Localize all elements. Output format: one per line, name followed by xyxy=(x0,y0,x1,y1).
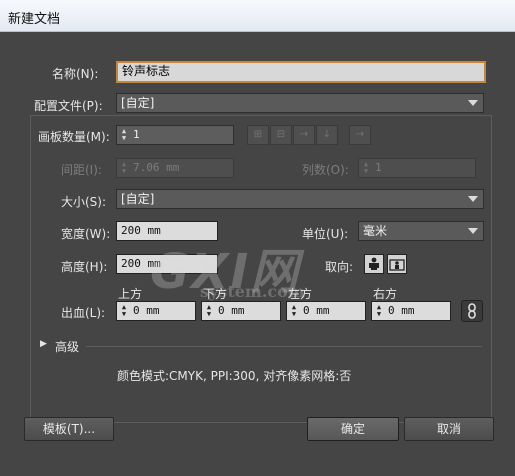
name-input[interactable]: 铃声标志 xyxy=(116,61,486,83)
profile-value: [自定] xyxy=(121,96,155,110)
advanced-toggle[interactable]: 高级 xyxy=(55,338,79,355)
portrait-icon[interactable] xyxy=(364,254,384,274)
bleed-right-input[interactable]: ▲ ▼ 0 mm xyxy=(371,301,451,321)
advanced-divider xyxy=(86,346,482,347)
columns-value: 1 xyxy=(375,161,382,174)
height-label: 高度(H): xyxy=(61,260,108,274)
spacing-value: 7.06 mm xyxy=(133,161,180,174)
bleed-top-value: 0 mm xyxy=(133,304,160,317)
bleed-left-value: 0 mm xyxy=(303,304,330,317)
width-input[interactable]: 200 mm xyxy=(116,221,218,241)
ok-button[interactable]: 确定 xyxy=(307,417,399,441)
landscape-icon[interactable] xyxy=(387,254,407,274)
bleed-right-label: 右方 xyxy=(373,287,398,301)
spinner-icon[interactable]: ▲ ▼ xyxy=(119,128,129,142)
size-select[interactable]: [自定] xyxy=(116,189,484,209)
new-document-dialog: 名称(N): 铃声标志 配置文件(P): [自定] 画板数量(M): ▲ ▼ 1 … xyxy=(0,32,515,476)
artboard-count-value: 1 xyxy=(133,128,140,141)
size-value: [自定] xyxy=(121,192,155,206)
chevron-down-icon xyxy=(468,228,478,234)
artboard-count-label: 画板数量(M): xyxy=(38,130,110,144)
right-to-left-icon[interactable]: → xyxy=(349,125,371,145)
orientation-label: 取向: xyxy=(325,260,354,274)
bleed-top-input[interactable]: ▲ ▼ 0 mm xyxy=(116,301,196,321)
window-titlebar: 新建文档 xyxy=(0,0,515,32)
columns-input[interactable]: ▲ ▼ 1 xyxy=(358,158,476,178)
bleed-right-value: 0 mm xyxy=(388,304,415,317)
chevron-down-icon xyxy=(468,100,478,106)
profile-select[interactable]: [自定] xyxy=(116,93,484,113)
profile-label: 配置文件(P): xyxy=(34,99,103,113)
columns-label: 列数(O): xyxy=(302,163,349,177)
units-select[interactable]: 毫米 xyxy=(358,221,484,241)
window-title: 新建文档 xyxy=(8,12,61,27)
chevron-down-icon xyxy=(468,196,478,202)
spinner-icon[interactable]: ▲ ▼ xyxy=(289,304,299,318)
bleed-bottom-value: 0 mm xyxy=(218,304,245,317)
spinner-icon[interactable]: ▲ ▼ xyxy=(361,161,371,175)
spinner-icon[interactable]: ▲ ▼ xyxy=(119,161,129,175)
spinner-icon[interactable]: ▲ ▼ xyxy=(204,304,214,318)
templates-button[interactable]: 模板(T)... xyxy=(24,417,114,441)
bleed-bottom-input[interactable]: ▲ ▼ 0 mm xyxy=(201,301,281,321)
grid-by-row-icon[interactable]: ⊞ xyxy=(247,125,269,145)
chain-link-icon[interactable] xyxy=(461,300,483,322)
bleed-top-label: 上方 xyxy=(118,287,143,301)
cancel-button[interactable]: 取消 xyxy=(404,417,494,441)
bleed-left-label: 左方 xyxy=(288,287,313,301)
spinner-icon[interactable]: ▲ ▼ xyxy=(374,304,384,318)
height-input[interactable]: 200 mm xyxy=(116,254,218,274)
spacing-label: 间距(I): xyxy=(61,163,102,177)
name-label: 名称(N): xyxy=(52,67,99,81)
arrange-by-column-icon[interactable]: ↓ xyxy=(316,125,338,145)
width-label: 宽度(W): xyxy=(61,227,111,241)
units-value: 毫米 xyxy=(363,224,388,238)
bleed-left-input[interactable]: ▲ ▼ 0 mm xyxy=(286,301,366,321)
size-label: 大小(S): xyxy=(61,195,107,209)
spinner-icon[interactable]: ▲ ▼ xyxy=(119,304,129,318)
units-label: 单位(U): xyxy=(302,227,349,241)
disclosure-triangle-icon[interactable]: ▶ xyxy=(40,339,47,349)
bleed-bottom-label: 下方 xyxy=(203,287,228,301)
spacing-input[interactable]: ▲ ▼ 7.06 mm xyxy=(116,158,234,178)
bleed-label: 出血(L): xyxy=(61,306,106,320)
arrange-by-row-icon[interactable]: → xyxy=(293,125,315,145)
grid-by-column-icon[interactable]: ⊟ xyxy=(270,125,292,145)
document-info-text: 颜色模式:CMYK, PPI:300, 对齐像素网格:否 xyxy=(117,369,352,383)
artboard-count-input[interactable]: ▲ ▼ 1 xyxy=(116,125,234,145)
